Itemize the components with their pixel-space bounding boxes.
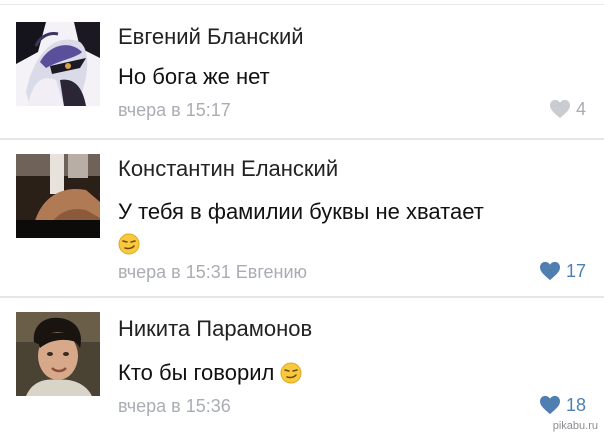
comment-text-content: У тебя в фамилии буквы не хватает	[118, 199, 484, 224]
comment-timestamp: вчера в 15:31 Евгению	[118, 262, 308, 282]
comment-text: Кто бы говорил	[118, 360, 302, 386]
like-count: 18	[565, 394, 586, 415]
photo-avatar-image	[16, 312, 100, 396]
comment-text: У тебя в фамилии буквы не хватает	[118, 196, 484, 260]
comments-feed: Евгений Бланский Но бога же нет вчера в …	[0, 0, 604, 434]
smirk-emoji-icon	[118, 233, 140, 255]
like-count: 4	[575, 98, 586, 119]
like-button[interactable]: 18	[539, 394, 586, 416]
comment-text: Но бога же нет	[118, 64, 270, 89]
comment-author[interactable]: Никита Парамонов	[118, 316, 312, 342]
watermark: pikabu.ru	[552, 420, 598, 432]
comment-1: Евгений Бланский Но бога же нет вчера в …	[0, 0, 604, 140]
comment-text-content: Кто бы говорил	[118, 360, 275, 385]
like-button[interactable]: 17	[539, 260, 586, 282]
like-count: 17	[565, 260, 586, 281]
comment-timestamp: вчера в 15:36	[118, 396, 231, 416]
avatar[interactable]	[16, 312, 100, 396]
avatar[interactable]	[16, 22, 100, 106]
avatar[interactable]	[16, 154, 100, 238]
comment-author[interactable]: Евгений Бланский	[118, 24, 304, 50]
heart-icon	[549, 99, 570, 119]
smirk-emoji-icon	[280, 362, 302, 384]
comment-author[interactable]: Константин Еланский	[118, 156, 338, 182]
comment-timestamp: вчера в 15:17	[118, 100, 231, 120]
comment-3: Никита Парамонов Кто бы говорил вчера в …	[0, 298, 604, 434]
cartoon-avatar-image	[16, 22, 100, 106]
photo-avatar-image	[16, 154, 100, 238]
comment-2: Константин Еланский У тебя в фамилии бук…	[0, 140, 604, 298]
heart-icon	[539, 395, 560, 415]
like-button[interactable]: 4	[549, 98, 586, 120]
heart-icon	[539, 261, 560, 281]
